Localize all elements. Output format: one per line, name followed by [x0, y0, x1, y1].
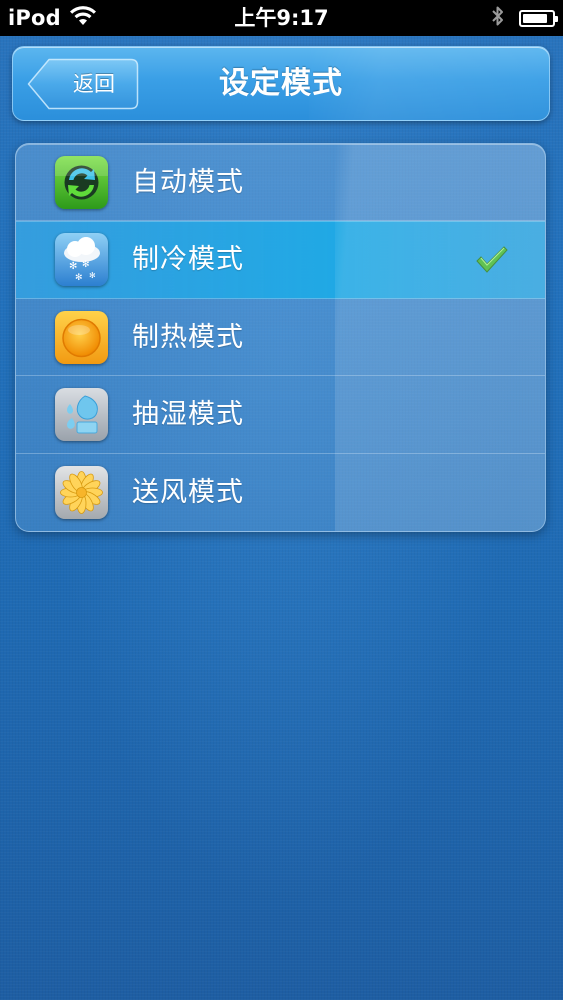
dehumidify-mode-icon — [55, 388, 108, 442]
mode-row-heating[interactable]: 制热模式 — [16, 299, 545, 377]
mode-label: 制冷模式 — [132, 244, 244, 276]
status-time: 上午9:17 — [234, 6, 329, 30]
fan-mode-icon — [55, 465, 108, 519]
svg-text:✻: ✻ — [75, 273, 83, 283]
battery-icon — [519, 9, 558, 27]
heating-mode-icon — [55, 310, 108, 364]
screen: iPod 上午9:17 返回 设定模式 自动模式 ✻ ✻ ✻ ✻ 制冷模式 制热… — [0, 0, 563, 1000]
svg-text:✻: ✻ — [82, 260, 90, 270]
bluetooth-icon — [491, 4, 505, 32]
check-icon — [475, 245, 509, 275]
svg-text:✻: ✻ — [69, 261, 77, 272]
battery-level-fill — [523, 13, 547, 23]
mode-row-dehumidify[interactable]: 抽湿模式 — [16, 376, 545, 454]
svg-text:✻: ✻ — [89, 271, 96, 280]
mode-list: 自动模式 ✻ ✻ ✻ ✻ 制冷模式 制热模式 抽湿模式 送风模式 — [15, 143, 546, 532]
mode-row-auto[interactable]: 自动模式 — [16, 144, 545, 222]
mode-label: 制热模式 — [132, 321, 244, 353]
back-button[interactable]: 返回 — [27, 58, 139, 110]
cooling-mode-icon: ✻ ✻ ✻ ✻ — [55, 233, 108, 287]
status-bar: iPod 上午9:17 — [0, 0, 563, 36]
mode-label: 抽湿模式 — [132, 399, 244, 431]
mode-row-fan[interactable]: 送风模式 — [16, 454, 545, 531]
status-right — [491, 0, 558, 36]
nav-bar: 返回 设定模式 — [12, 46, 550, 121]
mode-label: 送风模式 — [132, 476, 244, 508]
mode-label: 自动模式 — [132, 167, 244, 198]
auto-mode-icon — [55, 156, 108, 209]
mode-row-cooling[interactable]: ✻ ✻ ✻ ✻ 制冷模式 — [16, 221, 545, 299]
back-button-label: 返回 — [73, 72, 115, 96]
